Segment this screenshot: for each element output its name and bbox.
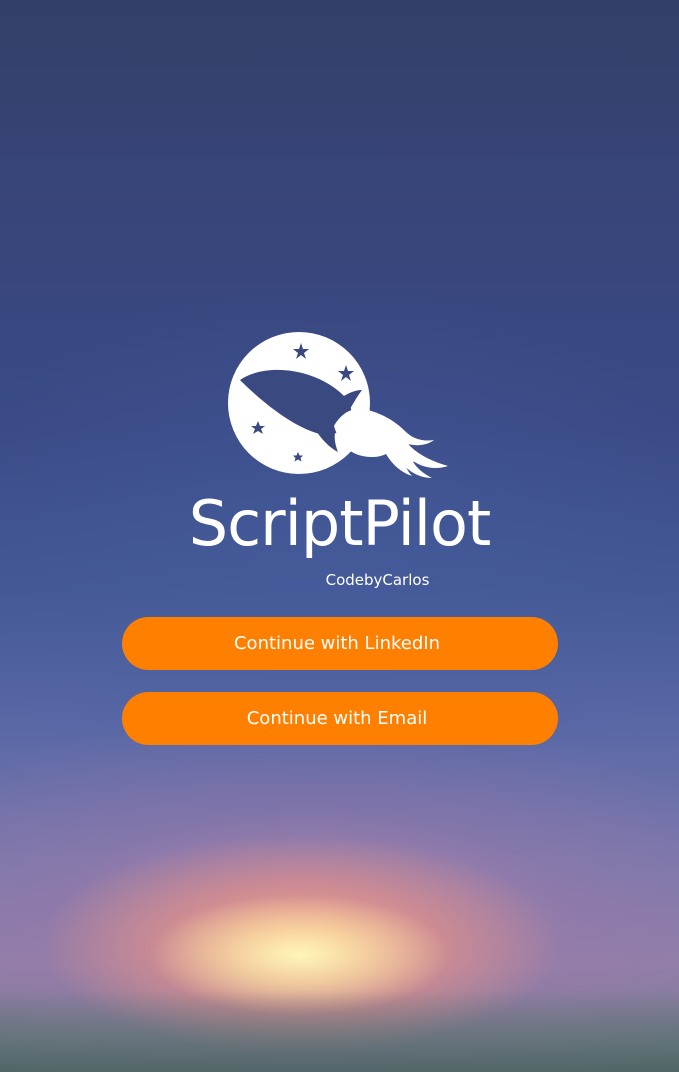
continue-with-email-button[interactable]: Continue with Email xyxy=(122,692,558,745)
app-title: ScriptPilot xyxy=(188,487,492,560)
author-label: CodebyCarlos xyxy=(325,571,430,589)
continue-with-linkedin-button[interactable]: Continue with LinkedIn xyxy=(122,617,558,670)
rocket-moon-logo-icon xyxy=(226,328,458,480)
horizon-glow xyxy=(0,990,679,1072)
